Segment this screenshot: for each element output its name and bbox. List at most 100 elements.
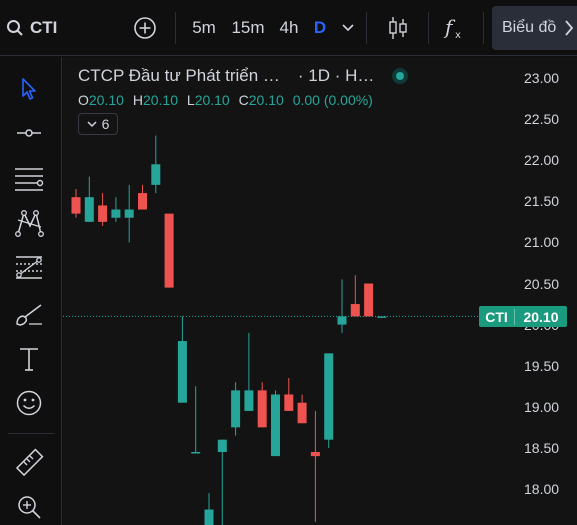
fib-tool[interactable] xyxy=(11,161,47,197)
high-value: 20.10 xyxy=(142,92,178,108)
interval-exchange: · 1D · H… xyxy=(297,66,375,85)
legend-title-row[interactable]: CTCP Đầu tư Phát triển … · 1D · H… xyxy=(78,66,409,86)
price-axis-tick: 20.50 xyxy=(524,275,560,292)
timeframe-4h[interactable]: 4h xyxy=(273,0,305,56)
candle-body xyxy=(310,452,320,457)
candle-body xyxy=(364,283,374,317)
candle-body xyxy=(71,197,81,214)
chevron-right-icon xyxy=(564,20,573,36)
candle[interactable] xyxy=(164,213,174,288)
candle[interactable] xyxy=(271,390,280,457)
symbol-search[interactable]: CTI xyxy=(6,0,121,56)
candle-body xyxy=(98,205,108,222)
toolbar-divider xyxy=(8,433,54,434)
zoom-in-tool[interactable] xyxy=(11,489,47,525)
text-tool[interactable] xyxy=(11,341,47,377)
change-value: 0.00 (0.00%) xyxy=(292,92,373,108)
candle[interactable] xyxy=(244,332,254,411)
timeframe-5m[interactable]: 5m xyxy=(186,0,222,56)
current-price-symbol: CTI xyxy=(479,308,515,325)
candle-body xyxy=(271,394,280,457)
indicators-button[interactable]: fx xyxy=(438,0,472,56)
candle-body xyxy=(297,402,307,424)
toolbar-divider xyxy=(366,12,367,44)
candle[interactable] xyxy=(98,193,108,226)
price-axis-tick: 18.00 xyxy=(524,481,560,497)
candle[interactable] xyxy=(191,386,201,454)
timeframe-dropdown[interactable] xyxy=(337,0,359,56)
candle-body xyxy=(231,390,241,428)
price-axis-tick: 19.00 xyxy=(524,398,560,415)
ruler-icon xyxy=(15,448,44,477)
candle[interactable] xyxy=(364,283,374,317)
price-axis-tick: 21.50 xyxy=(524,193,560,210)
candle[interactable] xyxy=(297,394,307,424)
candle-body xyxy=(191,452,201,454)
candle[interactable] xyxy=(204,493,214,525)
chart-legend: CTCP Đầu tư Phát triển … · 1D · H… O 20.1… xyxy=(78,66,409,135)
market-status-icon xyxy=(392,68,409,84)
low-value: 20.10 xyxy=(194,92,230,108)
prediction-tool[interactable] xyxy=(11,249,47,285)
candle[interactable] xyxy=(284,378,294,411)
brush-tool[interactable] xyxy=(11,297,47,333)
search-icon xyxy=(7,20,23,36)
candle[interactable] xyxy=(177,316,187,403)
symbol-description[interactable]: CTCP Đầu tư Phát triển … xyxy=(78,66,280,86)
measure-tool[interactable] xyxy=(11,445,47,481)
chevron-down-icon xyxy=(87,120,97,127)
candle-body xyxy=(284,394,294,411)
candle[interactable] xyxy=(324,353,334,448)
function-icon: fx xyxy=(443,15,461,41)
timeframe-15m[interactable]: 15m xyxy=(227,0,269,56)
candle[interactable] xyxy=(257,382,267,428)
candle[interactable] xyxy=(217,439,227,525)
price-axis-tick: 22.50 xyxy=(524,111,560,128)
candles-style-button[interactable] xyxy=(380,0,416,56)
candle[interactable] xyxy=(151,135,161,194)
candle[interactable] xyxy=(138,184,147,210)
candle-body xyxy=(324,353,334,440)
symbol-label: CTI xyxy=(30,18,58,37)
candle[interactable] xyxy=(377,316,387,318)
candle-body xyxy=(84,197,94,222)
add-symbol-button[interactable] xyxy=(127,0,163,56)
high-label: H xyxy=(132,92,143,108)
close-value: 20.10 xyxy=(248,92,284,108)
current-price-value: 20.10 xyxy=(523,308,559,325)
candle-body xyxy=(164,213,174,288)
cursor-tool[interactable] xyxy=(11,71,47,107)
price-axis-tick: 23.00 xyxy=(524,70,560,86)
toolbar-scroll-right[interactable] xyxy=(560,6,577,50)
candle[interactable] xyxy=(350,275,360,317)
toolbar-divider xyxy=(483,12,484,44)
candle-body xyxy=(124,209,134,218)
emoji-tool[interactable] xyxy=(11,385,47,421)
indicators-count: 6 xyxy=(101,116,110,132)
timeframe-d[interactable]: D xyxy=(307,0,333,56)
candle[interactable] xyxy=(124,184,134,243)
candle-body xyxy=(350,304,360,317)
candle[interactable] xyxy=(84,176,94,222)
open-label: O xyxy=(78,92,89,108)
toolbar-divider xyxy=(175,12,176,44)
trend-line-tool[interactable] xyxy=(11,115,47,151)
candle-body xyxy=(138,193,147,210)
cursor-arrow-icon xyxy=(22,78,36,100)
plus-circle-icon xyxy=(134,17,156,39)
indicators-toggle[interactable]: 6 xyxy=(78,113,118,135)
candle[interactable] xyxy=(310,410,320,522)
candle-body xyxy=(377,316,387,318)
candle[interactable] xyxy=(337,279,347,333)
price-axis-tick: 19.50 xyxy=(524,357,560,374)
projection-icon xyxy=(16,256,42,279)
pattern-tool[interactable] xyxy=(11,205,47,241)
candle[interactable] xyxy=(231,382,241,436)
text-icon xyxy=(20,348,38,371)
toolbar-divider xyxy=(428,12,429,44)
chevron-down-icon xyxy=(342,24,354,32)
candle-body xyxy=(217,439,227,453)
candle[interactable] xyxy=(71,188,81,218)
drawing-toolbar xyxy=(0,57,62,525)
candle[interactable] xyxy=(111,197,121,222)
